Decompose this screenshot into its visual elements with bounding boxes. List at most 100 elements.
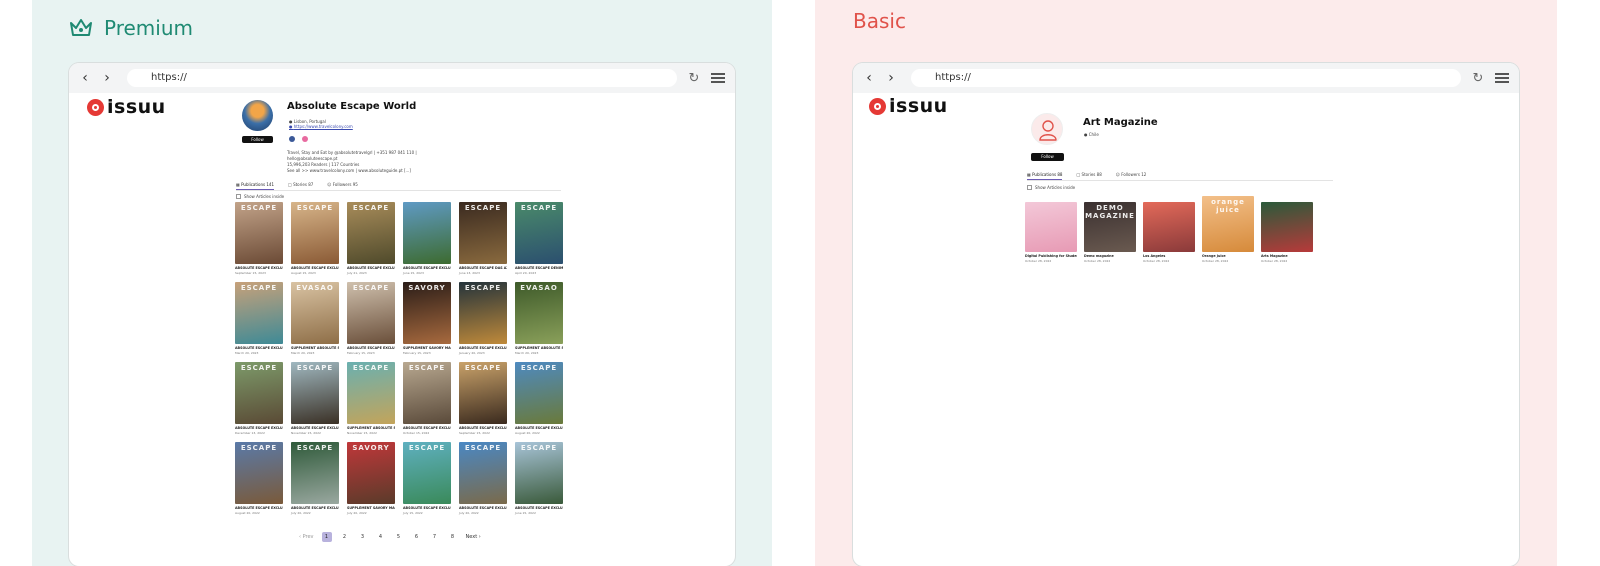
address-bar[interactable]: https:// — [127, 69, 677, 87]
publication-cover[interactable]: ESCAPE — [235, 282, 283, 344]
page-7-button[interactable]: 7 — [430, 532, 440, 542]
publication-title[interactable]: ABSOLUTE ESCAPE EXCLUSI... — [403, 266, 451, 270]
publication-card[interactable]: ESCAPE ABSOLUTE ESCAPE EXCLUSI...August 2… — [515, 362, 563, 435]
publication-title[interactable]: ABSOLUTE ESCAPE EXCLUSI... — [291, 506, 339, 510]
publication-card[interactable]: ESCAPE ABSOLUTE ESCAPE EXCLUSI...July 15,… — [403, 442, 451, 515]
publication-cover[interactable]: ESCAPE — [459, 362, 507, 424]
publication-title[interactable]: ABSOLUTE ESCAPE EXCLUSI... — [291, 426, 339, 430]
publication-card[interactable]: ESCAPE ABSOLUTE ESCAPE EXCLUSI...July 20,… — [291, 442, 339, 515]
publication-cover[interactable] — [403, 202, 451, 264]
reload-icon[interactable]: ↻ — [1471, 71, 1485, 86]
publication-title[interactable]: SUPPLEMENT ABSOLUTE S... — [347, 426, 395, 430]
publication-title[interactable]: ABSOLUTE ESCAPE DENIM B... — [515, 266, 563, 270]
publication-card[interactable]: ESCAPE ABSOLUTE ESCAPE EXCLUSI...January … — [459, 282, 507, 355]
publication-title[interactable]: ABSOLUTE ESCAPE EXCLUSI... — [347, 266, 395, 270]
avatar[interactable] — [242, 100, 273, 131]
page-4-button[interactable]: 4 — [376, 532, 386, 542]
publication-title[interactable]: ABSOLUTE ESCAPE EXCLUSI... — [403, 426, 451, 430]
publication-card[interactable]: ESCAPE ABSOLUTE ESCAPE DAS AZE...June 13,… — [459, 202, 507, 275]
publication-title[interactable]: Demo magazine — [1084, 254, 1136, 258]
publication-card[interactable]: ESCAPE ABSOLUTE ESCAPE EXCLUSI...Septembe… — [235, 202, 283, 275]
publication-card[interactable]: ESCAPE ABSOLUTE ESCAPE EXCLUSI...July 20,… — [459, 442, 507, 515]
publication-card[interactable]: orange juice Orange Juice October 28, 2022 — [1202, 196, 1254, 263]
publication-title[interactable]: ABSOLUTE ESCAPE EXCLUSI... — [403, 506, 451, 510]
publication-card[interactable]: Los Angeles October 28, 2022 — [1143, 202, 1195, 263]
address-bar[interactable]: https:// — [911, 69, 1461, 87]
issuu-logo[interactable]: issuu — [869, 95, 948, 117]
publication-cover[interactable]: ESCAPE — [347, 362, 395, 424]
publication-title[interactable]: SUPPLEMENT SAVORY MAG... — [347, 506, 395, 510]
publication-cover[interactable]: SAVORY — [347, 442, 395, 504]
show-articles-checkbox[interactable]: Show Articles inside — [236, 194, 284, 199]
reload-icon[interactable]: ↻ — [687, 71, 701, 86]
publication-card[interactable]: ESCAPE ABSOLUTE ESCAPE EXCLUSI...March 20… — [235, 282, 283, 355]
page-2-button[interactable]: 2 — [340, 532, 350, 542]
publication-card[interactable]: ESCAPE ABSOLUTE ESCAPE EXCLUSI...Septembe… — [459, 362, 507, 435]
publication-card[interactable]: EVASAO SUPPLEMENT ABSOLUTE S... March 20, … — [291, 282, 339, 355]
publication-card[interactable]: ESCAPE SUPPLEMENT ABSOLUTE S... November 1… — [347, 362, 395, 435]
forward-arrow-icon[interactable]: › — [101, 70, 113, 86]
publication-title[interactable]: ABSOLUTE ESCAPE EXCLUSI... — [291, 266, 339, 270]
publication-cover[interactable] — [1261, 202, 1313, 252]
publication-cover[interactable]: ESCAPE — [347, 282, 395, 344]
publication-title[interactable]: Arts Magazine — [1261, 254, 1313, 258]
publication-card[interactable]: ESCAPE ABSOLUTE ESCAPE EXCLUSI...June 15,… — [515, 442, 563, 515]
publication-title[interactable]: ABSOLUTE ESCAPE EXCLUSI... — [459, 346, 507, 350]
publication-title[interactable]: ABSOLUTE ESCAPE EXCLUSI... — [515, 506, 563, 510]
publication-cover[interactable]: EVASAO — [291, 282, 339, 344]
publication-title[interactable]: ABSOLUTE ESCAPE EXCLUSI... — [235, 426, 283, 430]
checkbox-box[interactable] — [1027, 185, 1032, 190]
publication-title[interactable]: ABSOLUTE ESCAPE EXCLUSI... — [235, 266, 283, 270]
publication-card[interactable]: Digital Publishing for Student...October… — [1025, 202, 1077, 263]
instagram-icon[interactable] — [302, 136, 308, 142]
publication-card[interactable]: ESCAPE ABSOLUTE ESCAPE EXCLUSI...August 1… — [291, 202, 339, 275]
tab-followers[interactable]: ☺ Followers 12 — [1116, 172, 1147, 180]
hamburger-menu-icon[interactable] — [711, 73, 725, 83]
publication-title[interactable]: ABSOLUTE ESCAPE EXCLUSI... — [459, 426, 507, 430]
publication-cover[interactable]: EVASAO — [515, 282, 563, 344]
publication-cover[interactable]: orange juice — [1202, 196, 1254, 252]
publication-cover[interactable] — [1025, 202, 1077, 252]
publication-title[interactable]: SUPPLEMENT SAVORY MAG... — [403, 346, 451, 350]
publication-title[interactable]: Orange Juice — [1202, 254, 1254, 258]
follow-button[interactable]: Follow — [242, 136, 273, 143]
facebook-icon[interactable] — [289, 136, 295, 142]
publication-card[interactable]: ABSOLUTE ESCAPE EXCLUSI...June 15, 2023 — [403, 202, 451, 275]
publication-card[interactable]: ESCAPE ABSOLUTE ESCAPE EXCLUSI...November… — [291, 362, 339, 435]
publication-card[interactable]: SAVORY SUPPLEMENT SAVORY MAG...February 1… — [403, 282, 451, 355]
publication-cover[interactable]: ESCAPE — [459, 202, 507, 264]
forward-arrow-icon[interactable]: › — [885, 70, 897, 86]
tab-followers[interactable]: ☺ Followers 95 — [327, 182, 358, 190]
publication-cover[interactable]: ESCAPE — [235, 202, 283, 264]
next-page-button[interactable]: Next › — [466, 534, 481, 540]
publication-cover[interactable] — [1143, 202, 1195, 252]
publication-card[interactable]: ESCAPE ABSOLUTE ESCAPE EXCLUSI...December… — [235, 362, 283, 435]
publication-title[interactable]: ABSOLUTE ESCAPE EXCLUSI... — [515, 426, 563, 430]
publication-card[interactable]: SAVORY SUPPLEMENT SAVORY MAG...July 20, 2… — [347, 442, 395, 515]
page-5-button[interactable]: 5 — [394, 532, 404, 542]
publication-card[interactable]: ESCAPE ABSOLUTE ESCAPE EXCLUSI...February… — [347, 282, 395, 355]
show-articles-checkbox[interactable]: Show Articles inside — [1027, 185, 1075, 190]
publication-cover[interactable]: ESCAPE — [291, 202, 339, 264]
page-8-button[interactable]: 8 — [448, 532, 458, 542]
tab-stories[interactable]: □ Stories 87 — [288, 182, 313, 190]
publication-cover[interactable]: ESCAPE — [515, 202, 563, 264]
publication-cover[interactable]: ESCAPE — [291, 362, 339, 424]
publication-cover[interactable]: ESCAPE — [403, 442, 451, 504]
page-6-button[interactable]: 6 — [412, 532, 422, 542]
back-arrow-icon[interactable]: ‹ — [863, 70, 875, 86]
publication-title[interactable]: Los Angeles — [1143, 254, 1195, 258]
website-link[interactable]: ● https://www.travelcolony.com — [289, 124, 353, 129]
publication-title[interactable]: SUPPLEMENT ABSOLUTE S... — [291, 346, 339, 350]
publication-cover[interactable]: ESCAPE — [515, 442, 563, 504]
publication-cover[interactable]: SAVORY — [403, 282, 451, 344]
publication-card[interactable]: Arts Magazine October 28, 2022 — [1261, 202, 1313, 263]
publication-cover[interactable]: ESCAPE — [235, 442, 283, 504]
publication-cover[interactable]: ESCAPE — [403, 362, 451, 424]
publication-card[interactable]: EVASAO SUPPLEMENT ABSOLUTE S... March 20, … — [515, 282, 563, 355]
tab-publications[interactable]: ▦ Publications 88 — [1027, 172, 1063, 180]
publication-title[interactable]: Digital Publishing for Student... — [1025, 254, 1077, 258]
publication-title[interactable]: SUPPLEMENT ABSOLUTE S... — [515, 346, 563, 350]
publication-cover[interactable]: DEMO MAGAZINE — [1084, 202, 1136, 252]
publication-cover[interactable]: ESCAPE — [459, 282, 507, 344]
